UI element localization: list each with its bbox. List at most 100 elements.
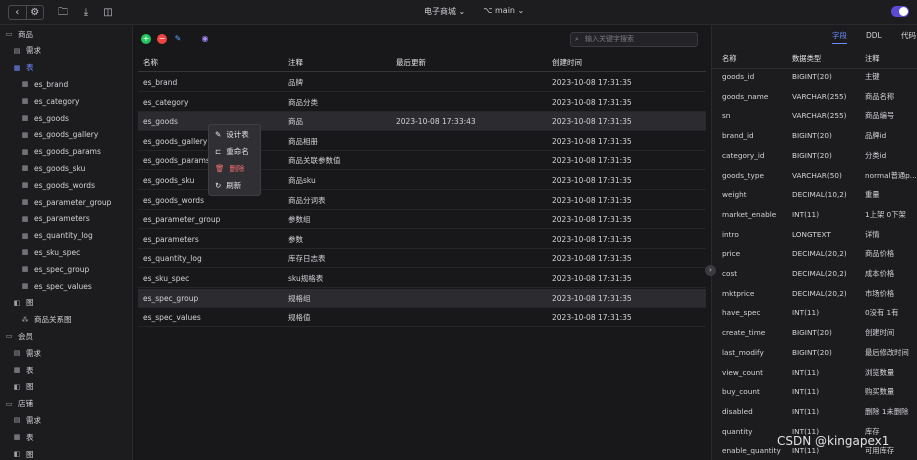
collapse-panel-icon[interactable]: › <box>705 265 716 276</box>
field-type: INT(11) <box>792 308 820 318</box>
sidebar-item[interactable]: ◧ 图 <box>0 379 133 395</box>
sidebar-item[interactable]: ▦ 表 <box>0 60 133 76</box>
cell-name: es_spec_values <box>143 313 201 323</box>
sidebar-item[interactable]: ▦ es_goods_params <box>0 144 133 160</box>
robot-icon[interactable]: ◉ <box>200 34 210 44</box>
sidebar-item[interactable]: ▭ 商品 <box>0 26 133 42</box>
context-menu-item[interactable]: 🗑 删除 <box>215 162 245 176</box>
sidebar-item[interactable]: ▦ es_goods_words <box>0 177 133 193</box>
edit-icon[interactable]: ✎ <box>173 34 183 44</box>
folder-icon[interactable]: 🗀 <box>56 5 70 20</box>
sidebar-item[interactable]: ▦ es_quantity_log <box>0 228 133 244</box>
field-name: disabled <box>722 406 753 416</box>
sidebar-item[interactable]: ▦ 表 <box>0 362 133 378</box>
cell-created: 2023-10-08 17:31:35 <box>552 313 632 323</box>
table-row[interactable]: es_spec_values 规格值 2023-10-08 17:31:35 <box>138 308 706 328</box>
sidebar-item[interactable]: ▤ 需求 <box>0 43 133 59</box>
sidebar-item-label: 需求 <box>26 348 41 358</box>
sidebar-item[interactable]: ▦ es_category <box>0 93 133 109</box>
sidebar-item[interactable]: ◧ 图 <box>0 446 133 460</box>
table-row[interactable]: es_parameter_group 参数组 2023-10-08 17:31:35 <box>138 210 706 230</box>
field-type: DECIMAL(20,2) <box>792 288 847 298</box>
field-row[interactable]: market_enable INT(11) 1上架 0下架 <box>712 205 917 225</box>
context-menu-item[interactable]: ↻ 刷新 <box>215 179 241 193</box>
field-row[interactable]: intro LONGTEXT 详情 <box>712 225 917 245</box>
table-row[interactable]: es_sku_spec sku规格表 2023-10-08 17:31:35 <box>138 269 706 288</box>
field-row[interactable]: view_count INT(11) 浏览数量 <box>712 363 917 383</box>
field-type: BIGINT(20) <box>792 150 832 160</box>
table-row[interactable]: es_brand 品牌 2023-10-08 17:31:35 <box>138 73 706 92</box>
field-col-name: 名称 <box>722 54 737 63</box>
table-row[interactable]: es_spec_group 规格组 2023-10-08 17:31:35 <box>138 288 706 308</box>
sidebar-item[interactable]: ▤ 需求 <box>0 412 133 428</box>
database-dropdown[interactable]: 电子商城 ⌄ <box>424 6 465 17</box>
tab-code[interactable]: 代码 <box>901 29 916 43</box>
back-icon[interactable]: ‹ <box>9 6 26 19</box>
field-row[interactable]: last_modify BIGINT(20) 最后修改时间 <box>712 343 917 363</box>
field-name: price <box>722 249 741 259</box>
search-input[interactable]: ⌕ 输入关键字搜索 <box>570 32 698 47</box>
col-created[interactable]: 创建时间 <box>552 53 702 72</box>
col-last-updated[interactable]: 最后更新 <box>396 53 546 72</box>
table-row[interactable]: es_quantity_log 库存日志表 2023-10-08 17:31:35 <box>138 249 706 269</box>
sidebar-item-label: es_parameter_group <box>34 197 112 207</box>
add-table-icon[interactable]: + <box>141 34 151 44</box>
context-menu-item[interactable]: ✎ 设计表 <box>215 128 249 142</box>
sidebar-item-label: 图 <box>26 449 34 459</box>
sidebar-item[interactable]: ▦ es_goods_gallery <box>0 127 133 143</box>
sidebar-item[interactable]: ◧ 图 <box>0 295 133 311</box>
sidebar-item[interactable]: ▦ es_parameter_group <box>0 194 133 210</box>
field-name: create_time <box>722 328 766 338</box>
col-comment[interactable]: 注释 <box>288 53 393 72</box>
sidebar-item-label: es_goods <box>34 113 69 123</box>
field-row[interactable]: goods_id BIGINT(20) 主键 <box>712 67 917 87</box>
cell-created: 2023-10-08 17:31:35 <box>552 215 632 225</box>
sidebar-item[interactable]: ▦ es_goods <box>0 110 133 126</box>
sidebar-item[interactable]: ▦ es_spec_values <box>0 278 133 294</box>
download-icon[interactable]: ⤓ <box>79 5 93 20</box>
field-row[interactable]: sn VARCHAR(255) 商品编号 <box>712 106 917 126</box>
theme-toggle[interactable] <box>891 6 909 17</box>
field-row[interactable]: have_spec INT(11) 0没有 1有 <box>712 303 917 323</box>
field-type: BIGINT(20) <box>792 328 832 338</box>
sidebar-item[interactable]: ▤ 需求 <box>0 345 133 361</box>
sidebar-item[interactable]: ▭ 会员 <box>0 328 133 344</box>
table-row[interactable]: es_parameters 参数 2023-10-08 17:31:35 <box>138 230 706 249</box>
context-menu-item[interactable]: ⊏ 重命名 <box>215 145 249 159</box>
sidebar-item[interactable]: ▦ es_spec_group <box>0 261 133 277</box>
table-row[interactable]: es_category 商品分类 2023-10-08 17:31:35 <box>138 93 706 112</box>
field-row[interactable]: disabled INT(11) 删除 1未删除 <box>712 402 917 422</box>
remove-table-icon[interactable]: − <box>157 34 167 44</box>
search-icon: ⌕ <box>575 35 579 43</box>
col-name[interactable]: 名称 <box>143 53 283 72</box>
field-row[interactable]: buy_count INT(11) 购买数量 <box>712 382 917 402</box>
layout-icon[interactable]: ◫ <box>101 5 115 20</box>
field-row[interactable]: cost DECIMAL(20,2) 成本价格 <box>712 264 917 284</box>
tab-ddl[interactable]: DDL <box>866 29 882 43</box>
field-comment: 成本价格 <box>865 269 895 278</box>
settings-icon[interactable]: ⚙ <box>25 6 44 19</box>
sidebar-item[interactable]: ▦ es_goods_sku <box>0 160 133 176</box>
field-row[interactable]: price DECIMAL(20,2) 商品价格 <box>712 244 917 264</box>
branch-dropdown[interactable]: ⌥ main ⌄ <box>483 6 524 17</box>
cell-name: es_brand <box>143 78 178 87</box>
field-row[interactable]: create_time BIGINT(20) 创建时间 <box>712 323 917 343</box>
sidebar-item[interactable]: ▦ es_parameters <box>0 211 133 227</box>
sidebar-item[interactable]: ▦ es_brand <box>0 76 133 92</box>
field-row[interactable]: goods_name VARCHAR(255) 商品名称 <box>712 87 917 107</box>
cell-comment: 商品关联参数值 <box>288 156 341 166</box>
field-type: VARCHAR(255) <box>792 91 847 101</box>
field-row[interactable]: brand_id BIGINT(20) 品牌id <box>712 126 917 146</box>
tab-fields[interactable]: 字段 <box>832 29 847 44</box>
field-row[interactable]: weight DECIMAL(10,2) 重量 <box>712 185 917 205</box>
tree-node-icon: ◧ <box>13 450 21 458</box>
sidebar-item[interactable]: ▦ es_sku_spec <box>0 244 133 260</box>
field-row[interactable]: mktprice DECIMAL(20,2) 市场价格 <box>712 284 917 304</box>
field-comment: 重量 <box>865 190 880 200</box>
field-row[interactable]: goods_type VARCHAR(50) normal普通p... <box>712 166 917 186</box>
sidebar-item[interactable]: ▭ 店铺 <box>0 396 133 412</box>
field-name: goods_id <box>722 72 755 81</box>
field-row[interactable]: category_id BIGINT(20) 分类id <box>712 146 917 166</box>
sidebar-item[interactable]: ▦ 表 <box>0 429 133 445</box>
sidebar-item[interactable]: ⁂ 商品关系图 <box>0 312 133 328</box>
